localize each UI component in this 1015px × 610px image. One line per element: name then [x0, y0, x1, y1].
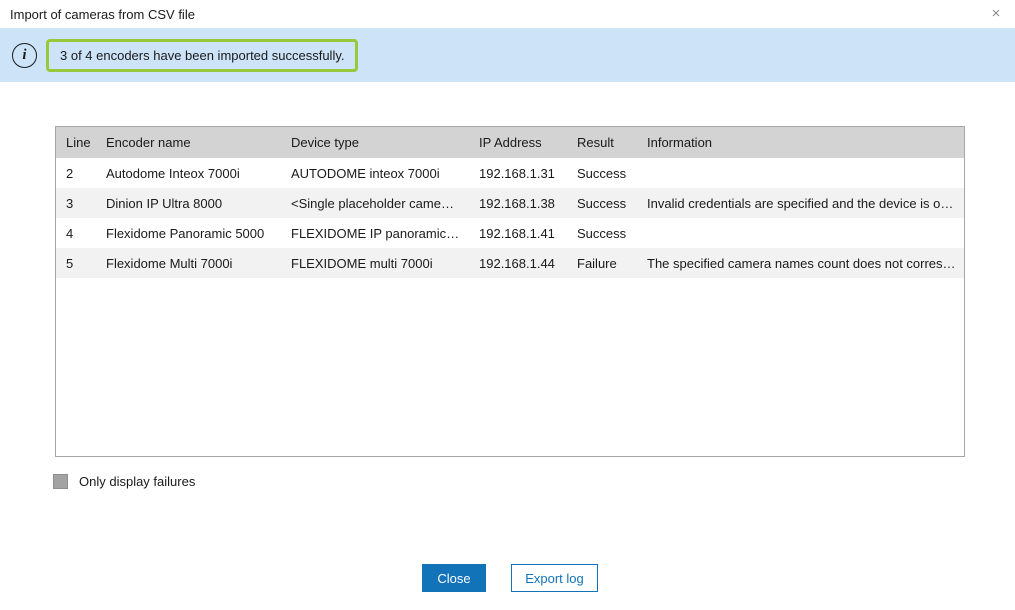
cell-device-type: <Single placeholder came…: [281, 188, 469, 218]
cell-line: 5: [56, 248, 96, 278]
cell-result: Success: [567, 218, 637, 248]
column-header-encoder-name: Encoder name: [96, 127, 281, 158]
only-display-failures-checkbox[interactable]: [53, 474, 68, 489]
results-table: Line Encoder name Device type IP Address…: [56, 127, 964, 278]
only-display-failures: Only display failures: [53, 474, 195, 489]
cell-ip-address: 192.168.1.31: [469, 158, 567, 188]
table-row[interactable]: 4Flexidome Panoramic 5000FLEXIDOME IP pa…: [56, 218, 964, 248]
cell-encoder-name: Autodome Inteox 7000i: [96, 158, 281, 188]
cell-line: 2: [56, 158, 96, 188]
table-row[interactable]: 2Autodome Inteox 7000iAUTODOME inteox 70…: [56, 158, 964, 188]
close-icon[interactable]: ×: [987, 5, 1005, 23]
cell-device-type: AUTODOME inteox 7000i: [281, 158, 469, 188]
table-body: 2Autodome Inteox 7000iAUTODOME inteox 70…: [56, 158, 964, 278]
table-header-row: Line Encoder name Device type IP Address…: [56, 127, 964, 158]
close-button[interactable]: Close: [422, 564, 486, 592]
cell-result: Failure: [567, 248, 637, 278]
cell-ip-address: 192.168.1.38: [469, 188, 567, 218]
dialog-title: Import of cameras from CSV file: [10, 7, 195, 22]
export-log-button[interactable]: Export log: [511, 564, 598, 592]
cell-encoder-name: Flexidome Multi 7000i: [96, 248, 281, 278]
column-header-ip-address: IP Address: [469, 127, 567, 158]
column-header-information: Information: [637, 127, 964, 158]
table-row[interactable]: 3Dinion IP Ultra 8000<Single placeholder…: [56, 188, 964, 218]
import-dialog: Import of cameras from CSV file × i 3 of…: [0, 0, 1015, 610]
cell-line: 4: [56, 218, 96, 248]
only-display-failures-label: Only display failures: [79, 474, 195, 489]
import-status-message: 3 of 4 encoders have been imported succe…: [46, 39, 358, 72]
cell-encoder-name: Flexidome Panoramic 5000: [96, 218, 281, 248]
cell-information: The specified camera names count does no…: [637, 248, 964, 278]
cell-result: Success: [567, 188, 637, 218]
cell-ip-address: 192.168.1.44: [469, 248, 567, 278]
cell-ip-address: 192.168.1.41: [469, 218, 567, 248]
info-icon: i: [12, 43, 37, 68]
column-header-result: Result: [567, 127, 637, 158]
column-header-line: Line: [56, 127, 96, 158]
info-banner: i 3 of 4 encoders have been imported suc…: [0, 28, 1015, 82]
titlebar: Import of cameras from CSV file ×: [0, 0, 1015, 28]
cell-result: Success: [567, 158, 637, 188]
results-table-container: Line Encoder name Device type IP Address…: [55, 126, 965, 457]
cell-information: Invalid credentials are specified and th…: [637, 188, 964, 218]
button-row: Close Export log: [55, 564, 965, 592]
table-row[interactable]: 5Flexidome Multi 7000iFLEXIDOME multi 70…: [56, 248, 964, 278]
cell-encoder-name: Dinion IP Ultra 8000: [96, 188, 281, 218]
cell-line: 3: [56, 188, 96, 218]
column-header-device-type: Device type: [281, 127, 469, 158]
cell-device-type: FLEXIDOME IP panoramic…: [281, 218, 469, 248]
cell-information: [637, 158, 964, 188]
cell-information: [637, 218, 964, 248]
cell-device-type: FLEXIDOME multi 7000i: [281, 248, 469, 278]
